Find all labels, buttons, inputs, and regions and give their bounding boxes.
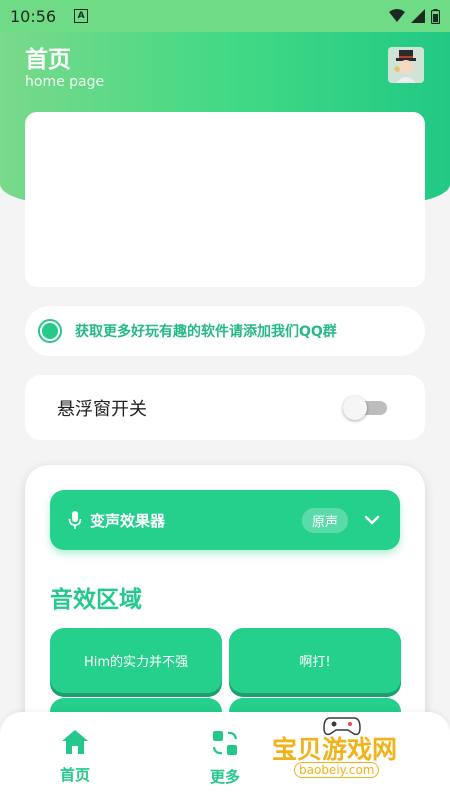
avatar-image [388,47,424,83]
notice-bar[interactable]: 获取更多好玩有趣的软件请添加我们QQ群 [25,306,425,356]
banner-card[interactable] [25,112,425,287]
float-window-toggle[interactable] [343,396,387,420]
notification-icon: A [74,9,89,23]
nav-label-home: 首页 [59,766,90,784]
battery-icon [431,8,440,24]
avatar[interactable] [388,47,424,83]
float-window-label: 悬浮窗开关 [57,399,147,420]
notice-text: 获取更多好玩有趣的软件请添加我们QQ群 [75,324,337,340]
sound-area-title: 音效区域 [50,587,142,613]
nav-item-home[interactable]: 首页 [35,728,115,785]
effect-selected-badge: 原声 [302,508,349,533]
float-window-card: 悬浮窗开关 [25,375,425,440]
home-icon [62,730,88,754]
watermark: 宝贝游戏网 baobeiy.com [272,717,442,788]
watermark-text: 宝贝游戏网 [272,735,398,764]
page-subtitle: home page [25,74,105,90]
signal-icon [411,9,425,23]
page-title: 首页 [25,47,71,73]
status-icons [389,8,440,24]
nav-label-more: 更多 [209,768,240,786]
apps-icon [212,731,238,755]
effect-label: 变声效果器 [90,511,166,530]
microphone-icon [68,511,82,529]
chevron-down-icon[interactable] [363,511,381,529]
status-time: 10:56 [10,6,57,26]
sound-button[interactable]: Him的实力并不强 [50,628,222,693]
notice-dot-icon [38,319,62,343]
effect-selector[interactable]: 变声效果器 原声 [50,490,400,550]
nav-item-more[interactable]: 更多 [185,728,265,787]
watermark-url: baobeiy.com [294,762,380,778]
wifi-icon [389,9,405,22]
sound-button[interactable]: 啊打! [229,628,401,693]
toggle-thumb [343,396,367,420]
status-bar: 10:56 A [0,0,450,32]
